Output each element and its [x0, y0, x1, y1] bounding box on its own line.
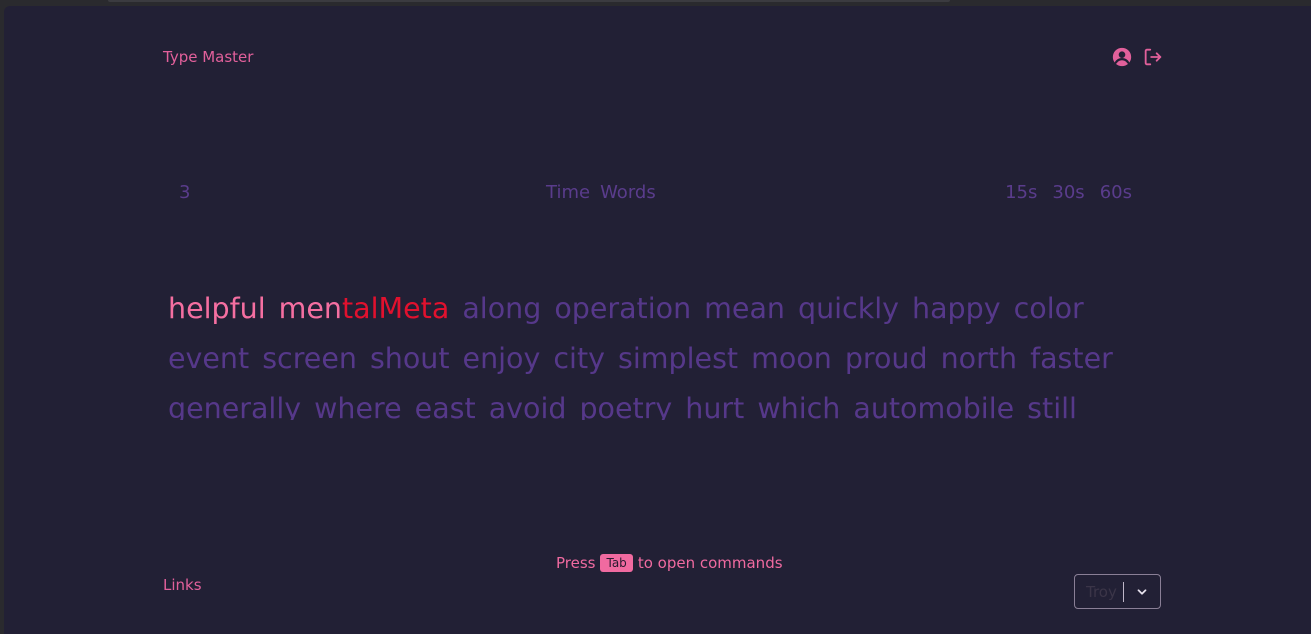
- word: quickly: [798, 284, 899, 334]
- word: happy: [912, 284, 1001, 334]
- word: event: [168, 334, 249, 384]
- word: moon: [751, 342, 832, 375]
- word-untyped: happy: [912, 292, 1001, 325]
- word: simplest: [618, 342, 739, 375]
- word: generally: [168, 392, 302, 420]
- word: mentalMeta: [279, 284, 450, 334]
- links-button[interactable]: Links: [163, 576, 202, 594]
- duration-30s[interactable]: 30s: [1052, 182, 1084, 203]
- word: screen: [262, 342, 357, 375]
- word: north: [940, 342, 1018, 375]
- word-typed-error: talMeta: [342, 292, 450, 325]
- theme-select-value[interactable]: Troy: [1075, 583, 1123, 601]
- logout-icon[interactable]: [1142, 46, 1164, 68]
- typing-area[interactable]: helpful mentalMeta along operation mean quick…: [168, 284, 1153, 420]
- word: helpful: [168, 284, 266, 334]
- word: mean: [704, 284, 785, 334]
- word-typed-correct: helpful: [168, 292, 266, 325]
- word-untyped: along: [462, 292, 542, 325]
- tab-key-badge: Tab: [600, 554, 633, 572]
- word: operation: [554, 284, 691, 334]
- word-untyped: color: [1013, 292, 1084, 325]
- test-config-bar: 3 Time Words 15s 30s 60s: [174, 182, 1140, 208]
- word: enjoy: [462, 342, 541, 375]
- command-hint: Press Tab to open commands: [556, 554, 783, 572]
- word-untyped: quickly: [797, 292, 900, 325]
- mode-words[interactable]: Words: [600, 182, 656, 203]
- word: still: [1027, 392, 1077, 420]
- word: shout: [369, 342, 450, 375]
- account-circle-icon[interactable]: [1111, 46, 1133, 68]
- word: faster: [1030, 342, 1113, 375]
- word: east: [414, 392, 476, 420]
- app-window: Type Master 3 Time Words 15s 30s 60s hel…: [4, 6, 1311, 634]
- mode-time[interactable]: Time: [546, 182, 590, 203]
- chevron-down-icon[interactable]: [1124, 585, 1160, 599]
- mode-selector: Time Words: [546, 182, 656, 203]
- word-untyped: event: [168, 342, 250, 375]
- header-actions: [1111, 46, 1164, 68]
- word: hurt: [685, 392, 745, 420]
- word: poetry: [579, 392, 673, 420]
- word-untyped: mean: [704, 292, 785, 325]
- app-title[interactable]: Type Master: [163, 48, 253, 66]
- word: proud: [844, 342, 928, 375]
- duration-15s[interactable]: 15s: [1005, 182, 1037, 203]
- hint-prefix: Press: [556, 554, 596, 572]
- word: which: [757, 392, 841, 420]
- browser-tab-edge: [108, 0, 950, 2]
- word-typed-correct: men: [278, 292, 342, 325]
- duration-selector: 15s 30s 60s: [1005, 182, 1132, 203]
- word-counter: 3: [179, 182, 191, 203]
- theme-select[interactable]: Troy: [1074, 574, 1161, 609]
- word: where: [314, 392, 402, 420]
- word-untyped: operation: [554, 292, 692, 325]
- word: color: [1014, 284, 1084, 334]
- hint-suffix: to open commands: [637, 554, 783, 572]
- duration-60s[interactable]: 60s: [1100, 182, 1132, 203]
- word: city: [553, 342, 605, 375]
- word: avoid: [488, 392, 567, 420]
- word: automobile: [853, 392, 1015, 420]
- word: along: [462, 284, 541, 334]
